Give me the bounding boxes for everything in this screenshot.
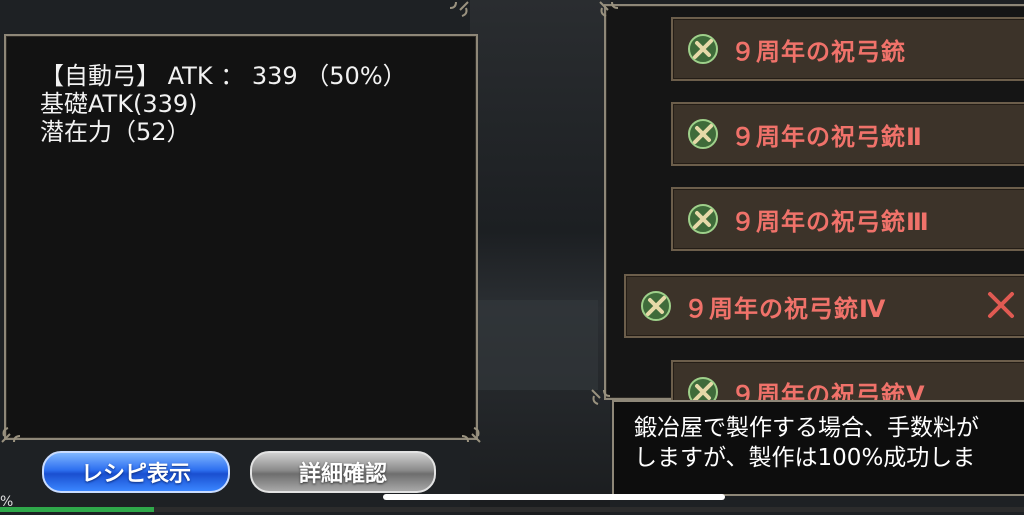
progress-bar	[0, 507, 1024, 512]
ornament-corner-icon	[448, 0, 470, 22]
recipe-item-label: ９周年の祝弓銃Ⅲ	[731, 207, 930, 236]
recipe-item[interactable]: ９周年の祝弓銃Ⅱ	[671, 102, 1024, 166]
recipe-button[interactable]: レシピ表示	[42, 451, 230, 493]
atk-summary-line: 【自動弓】 ATK ： 339 （50%）	[40, 62, 407, 90]
detail-button[interactable]: 詳細確認	[250, 451, 436, 493]
message-line-1: 鍛冶屋で製作する場合、手数料が	[634, 415, 979, 441]
home-indicator[interactable]	[383, 494, 725, 500]
ornament-corner-icon	[460, 422, 482, 444]
potential-line: 潜在力（52）	[40, 118, 191, 146]
crossbow-icon	[688, 204, 718, 234]
recipe-item[interactable]: ９周年の祝弓銃Ⅲ	[671, 187, 1024, 251]
ornament-corner-icon	[0, 422, 22, 444]
progress-fill	[0, 507, 154, 512]
crossbow-icon	[641, 291, 671, 321]
base-atk-line: 基礎ATK(339)	[40, 90, 198, 118]
crossbow-icon	[688, 119, 718, 149]
close-icon[interactable]	[984, 288, 1018, 322]
recipe-item-selected[interactable]: ９周年の祝弓銃Ⅳ	[624, 274, 1024, 338]
message-box: 鍛冶屋で製作する場合、手数料が しますが、製作は100%成功しま	[612, 400, 1024, 496]
progress-label: %	[0, 494, 14, 510]
ornament-corner-icon	[590, 388, 612, 410]
crossbow-icon	[688, 34, 718, 64]
message-line-2: しますが、製作は100%成功しま	[634, 445, 976, 471]
background-wall	[470, 0, 610, 515]
ornament-corner-icon	[598, 0, 620, 22]
recipe-item[interactable]: ９周年の祝弓銃	[671, 17, 1024, 81]
background-stone	[478, 300, 598, 390]
recipe-item-label: ９周年の祝弓銃Ⅱ	[731, 122, 923, 151]
recipe-item-label: ９周年の祝弓銃	[731, 37, 906, 66]
recipe-item-label: ９周年の祝弓銃Ⅳ	[684, 294, 887, 323]
